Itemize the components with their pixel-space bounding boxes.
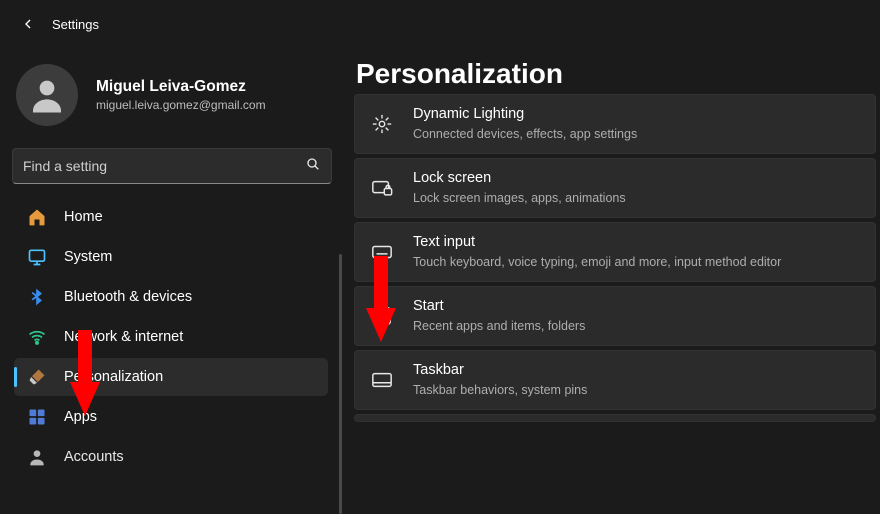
- user-name: Miguel Leiva-Gomez: [96, 78, 266, 97]
- settings-card-list: Dynamic Lighting Connected devices, effe…: [354, 100, 876, 422]
- wifi-icon: [26, 326, 48, 348]
- back-button[interactable]: [10, 6, 46, 42]
- card-title: Dynamic Lighting: [413, 106, 637, 123]
- card-title: Text input: [413, 234, 781, 251]
- sidebar-item-label: Apps: [64, 409, 97, 425]
- home-icon: [26, 206, 48, 228]
- sidebar-item-label: Network & internet: [64, 329, 183, 345]
- card-lock-screen[interactable]: Lock screen Lock screen images, apps, an…: [354, 158, 876, 218]
- user-block[interactable]: Miguel Leiva-Gomez miguel.leiva.gomez@gm…: [10, 56, 338, 140]
- card-title: Taskbar: [413, 362, 587, 379]
- avatar: [16, 64, 78, 126]
- search-field[interactable]: [23, 158, 305, 174]
- card-dynamic-lighting[interactable]: Dynamic Lighting Connected devices, effe…: [354, 94, 876, 154]
- card-taskbar[interactable]: Taskbar Taskbar behaviors, system pins: [354, 350, 876, 410]
- sidebar-item-label: Accounts: [64, 449, 124, 465]
- card-subtitle: Taskbar behaviors, system pins: [413, 382, 587, 398]
- card-subtitle: Recent apps and items, folders: [413, 318, 585, 334]
- sidebar-item-label: Bluetooth & devices: [64, 289, 192, 305]
- nav-list: Home System Bluetooth & devices Network …: [10, 198, 338, 476]
- sidebar-item-home[interactable]: Home: [14, 198, 328, 236]
- app-title: Settings: [52, 17, 99, 32]
- card-subtitle: Lock screen images, apps, animations: [413, 190, 626, 206]
- card-start[interactable]: Start Recent apps and items, folders: [354, 286, 876, 346]
- sidebar-item-accounts[interactable]: Accounts: [14, 438, 328, 476]
- search-input[interactable]: [12, 148, 332, 184]
- main-pane: Personalization Dynamic Lighting Connect…: [342, 48, 880, 514]
- taskbar-icon: [369, 367, 395, 393]
- apps-icon: [26, 406, 48, 428]
- card-subtitle: Touch keyboard, voice typing, emoji and …: [413, 254, 781, 270]
- sidebar-item-apps[interactable]: Apps: [14, 398, 328, 436]
- lock-screen-icon: [369, 175, 395, 201]
- card-title: Start: [413, 298, 585, 315]
- bluetooth-icon: [26, 286, 48, 308]
- sparkle-icon: [369, 111, 395, 137]
- search-icon: [305, 156, 321, 177]
- sidebar-item-network[interactable]: Network & internet: [14, 318, 328, 356]
- start-menu-icon: [369, 303, 395, 329]
- person-icon: [26, 74, 68, 116]
- user-email: miguel.leiva.gomez@gmail.com: [96, 98, 266, 112]
- arrow-left-icon: [20, 16, 36, 32]
- sidebar-item-label: Personalization: [64, 369, 163, 385]
- page-title: Personalization: [356, 58, 876, 90]
- sidebar-item-label: System: [64, 249, 112, 265]
- sidebar: Miguel Leiva-Gomez miguel.leiva.gomez@gm…: [0, 48, 342, 514]
- sidebar-item-personalization[interactable]: Personalization: [14, 358, 328, 396]
- paintbrush-icon: [26, 366, 48, 388]
- card-title: Lock screen: [413, 170, 626, 187]
- card-text-input[interactable]: Text input Touch keyboard, voice typing,…: [354, 222, 876, 282]
- accounts-icon: [26, 446, 48, 468]
- title-bar: Settings: [0, 0, 880, 48]
- card-next[interactable]: [354, 414, 876, 422]
- sidebar-item-bluetooth[interactable]: Bluetooth & devices: [14, 278, 328, 316]
- sidebar-item-system[interactable]: System: [14, 238, 328, 276]
- sidebar-item-label: Home: [64, 209, 103, 225]
- card-subtitle: Connected devices, effects, app settings: [413, 126, 637, 142]
- keyboard-icon: [369, 239, 395, 265]
- system-icon: [26, 246, 48, 268]
